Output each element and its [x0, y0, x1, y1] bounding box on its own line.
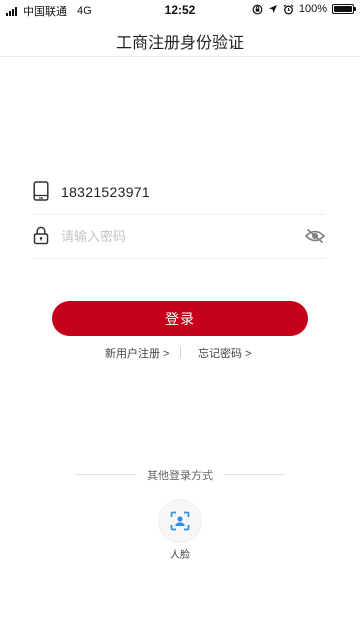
- lock-icon: [33, 226, 49, 245]
- face-id-icon: [170, 511, 190, 531]
- status-bar: 中国联通 4G 12:52 100%: [0, 0, 360, 20]
- password-input[interactable]: [61, 224, 301, 248]
- phone-field[interactable]: 18321523971: [33, 172, 325, 215]
- link-divider: [180, 347, 181, 358]
- face-login-button[interactable]: [158, 499, 202, 543]
- hide-password-icon[interactable]: [305, 228, 325, 244]
- other-login-label: 其他登录方式: [147, 470, 213, 482]
- other-login-divider: 其他登录方式: [75, 467, 285, 482]
- location-icon: [268, 5, 277, 13]
- alarm-icon: [283, 4, 294, 14]
- face-login-label: 人脸: [170, 550, 190, 561]
- battery-icon: [332, 4, 356, 14]
- divider-line-right: [223, 474, 285, 475]
- login-button[interactable]: 登录: [52, 301, 308, 336]
- phone-icon: [33, 181, 49, 201]
- battery-percent: 100%: [298, 3, 327, 15]
- rotation-lock-icon: [252, 4, 263, 14]
- register-link[interactable]: 新用户注册 >: [105, 345, 169, 361]
- phone-value: 18321523971: [61, 184, 150, 200]
- status-right: 100%: [252, 3, 356, 15]
- page-title: 工商注册身份验证: [115, 35, 244, 52]
- password-field[interactable]: [33, 216, 325, 259]
- forgot-password-link[interactable]: 忘记密码 >: [198, 345, 251, 361]
- account-links: 新用户注册 > 忘记密码 >: [0, 345, 360, 361]
- nav-bar: 工商注册身份验证: [0, 20, 360, 57]
